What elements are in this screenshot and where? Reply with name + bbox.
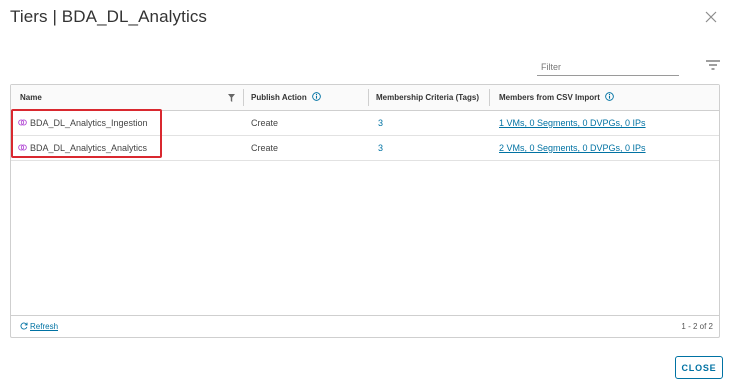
column-filter-icon[interactable]: [228, 94, 235, 102]
refresh-icon: [20, 322, 28, 330]
column-header-csv-members-label: Members from CSV Import: [499, 93, 600, 102]
column-header-name[interactable]: Name: [20, 85, 42, 110]
table-footer: Refresh 1 - 2 of 2: [11, 315, 719, 338]
info-icon[interactable]: [605, 92, 614, 101]
filter-lines-icon[interactable]: [705, 59, 721, 71]
criteria-count-link[interactable]: 3: [378, 111, 383, 135]
column-separator[interactable]: [243, 89, 244, 106]
pagination-text: 1 - 2 of 2: [681, 322, 713, 331]
column-header-criteria[interactable]: Membership Criteria (Tags): [376, 85, 479, 110]
close-button[interactable]: CLOSE: [675, 356, 723, 379]
dialog-title: Tiers | BDA_DL_Analytics: [10, 7, 208, 26]
publish-action: Create: [251, 118, 279, 128]
filter-input[interactable]: [537, 58, 679, 76]
info-icon[interactable]: [312, 92, 321, 101]
column-header-publish-action-label: Publish Action: [251, 93, 307, 102]
csv-members-link[interactable]: 1 VMs, 0 Segments, 0 DVPGs, 0 IPs: [499, 111, 646, 135]
column-header-csv-members[interactable]: Members from CSV Import: [499, 85, 614, 110]
highlight-box: [11, 109, 162, 158]
column-separator[interactable]: [368, 89, 369, 106]
table-header: Name Publish Action Membership Criteria …: [11, 85, 719, 111]
close-icon[interactable]: [704, 10, 718, 24]
column-header-publish-action[interactable]: Publish Action: [251, 85, 321, 110]
criteria-count-link[interactable]: 3: [378, 136, 383, 160]
refresh-label: Refresh: [30, 322, 59, 331]
publish-action: Create: [251, 143, 279, 153]
column-separator[interactable]: [489, 89, 490, 106]
csv-members-link[interactable]: 2 VMs, 0 Segments, 0 DVPGs, 0 IPs: [499, 136, 646, 160]
refresh-link[interactable]: Refresh: [20, 316, 58, 338]
